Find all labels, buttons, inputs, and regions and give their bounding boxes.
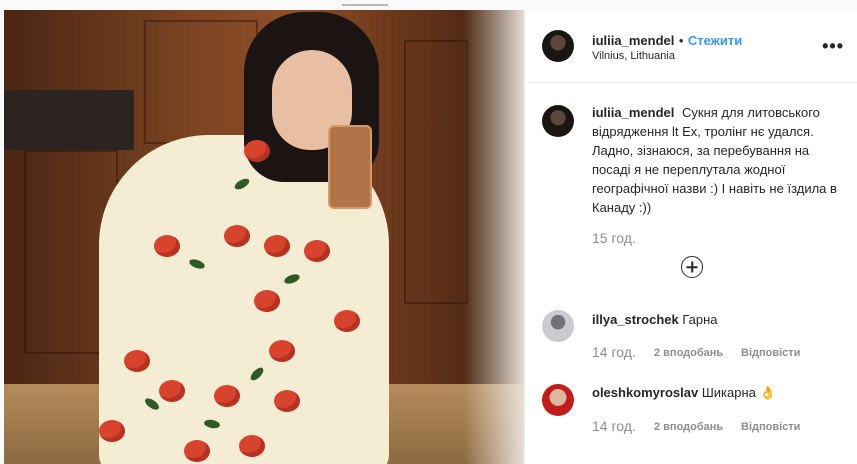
reply-button[interactable]: Відповісти [741, 421, 800, 433]
caption: iuliia_mendel Сукня для литовського відр… [592, 103, 847, 217]
commenter-avatar[interactable] [542, 310, 574, 342]
comment-likes[interactable]: 2 вподобань [654, 421, 723, 433]
comment-item: illya_strochek Гарна [592, 312, 718, 327]
comment-text: Шикарна 👌 [701, 385, 776, 400]
caption-avatar[interactable] [542, 105, 574, 137]
phone [328, 125, 372, 209]
comment-text: Гарна [682, 312, 718, 327]
comment-likes[interactable]: 2 вподобань [654, 347, 723, 359]
post-time[interactable]: 15 год. [592, 230, 636, 246]
scroll-indicator [342, 4, 388, 6]
author-avatar[interactable] [542, 30, 574, 62]
comment-username[interactable]: illya_strochek [592, 312, 679, 327]
follow-button[interactable]: Стежити [688, 33, 742, 48]
add-circle-icon[interactable] [681, 256, 703, 278]
comment-time[interactable]: 14 год. [592, 344, 636, 360]
post-sidebar: iuliia_mendel • Стежити Vilnius, Lithuan… [524, 10, 857, 464]
caption-username[interactable]: iuliia_mendel [592, 105, 674, 120]
comment-username[interactable]: oleshkomyroslav [592, 385, 698, 400]
more-options-icon[interactable]: ••• [822, 36, 844, 57]
post-header: iuliia_mendel • Стежити Vilnius, Lithuan… [525, 10, 857, 83]
caption-text: Сукня для литовського відрядження lt Ex,… [592, 105, 837, 215]
comment-item: oleshkomyroslav Шикарна 👌 [592, 385, 776, 401]
author-username[interactable]: iuliia_mendel [592, 33, 674, 48]
comment-time[interactable]: 14 год. [592, 418, 636, 434]
separator-dot: • [678, 33, 684, 48]
reply-button[interactable]: Відповісти [741, 347, 800, 359]
location-link[interactable]: Vilnius, Lithuania [592, 50, 675, 62]
post-photo[interactable] [4, 10, 524, 464]
commenter-avatar[interactable] [542, 384, 574, 416]
top-bar [0, 0, 857, 10]
